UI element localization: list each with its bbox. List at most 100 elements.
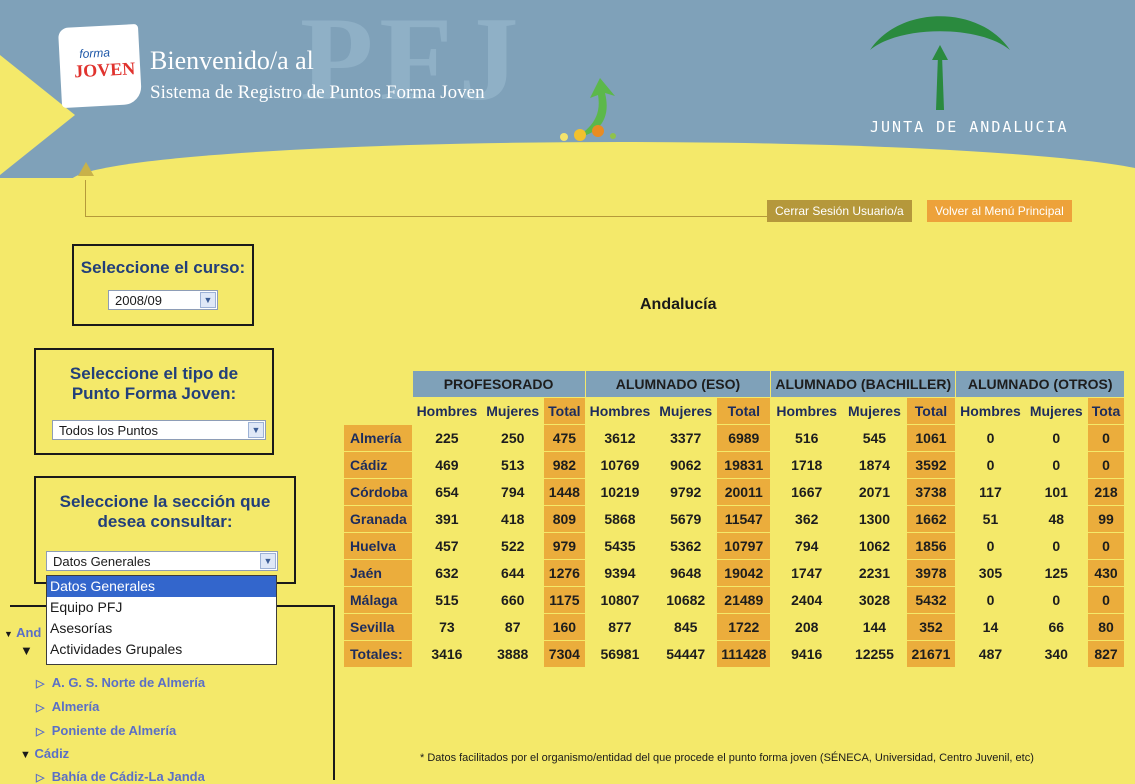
column-header: Total [544,398,585,424]
table-cell: 10219 [585,479,655,505]
table-cell: 125 [1025,560,1087,586]
region-title: Andalucía [640,296,717,313]
forma-joven-logo: forma JOVEN [57,23,143,109]
main-menu-button[interactable]: Volver al Menú Principal [927,200,1072,222]
table-cell: 54447 [655,641,717,667]
table-row: Granada 391 418 809 5868 5679 11547 362 1300 1662… [344,506,1125,532]
table-cell: 14 [956,614,1025,640]
expand-icon: ▷ [36,678,45,690]
table-row: Jaén 632 644 1276 9394 9648 19042 1747 2231 3978 3… [344,560,1125,586]
table-cell: 7304 [544,641,585,667]
logout-button[interactable]: Cerrar Sesión Usuario/a [767,200,912,222]
tree-item-norte-almeria[interactable]: ▷ A. G. S. Norte de Almería [36,675,205,690]
row-header: Córdoba [344,479,412,505]
footnote: * Datos facilitados por el organismo/ent… [420,752,1034,764]
collapse-icon: ▼ [4,629,13,639]
tree-item-andalucia[interactable]: ▼ And [4,625,41,640]
table-cell: 10769 [585,452,655,478]
table-cell: 644 [482,560,544,586]
table-cell: 362 [771,506,843,532]
collapse-icon[interactable]: ▼ [20,643,33,658]
table-cell: 418 [482,506,544,532]
table-cell: 1448 [544,479,585,505]
curso-select[interactable]: 2008/09 ▼ [108,290,218,310]
table-cell: 0 [1087,587,1125,613]
row-header: Almería [344,425,412,451]
dropdown-option[interactable]: Asesorías [47,618,276,639]
tree-item-cadiz[interactable]: ▼ Cádiz [20,746,69,761]
table-cell: 3028 [843,587,906,613]
table-cell: 1062 [843,533,906,559]
empty-corner [344,398,412,424]
logo-joven-text: JOVEN [73,58,136,82]
dropdown-option[interactable]: Datos Generales [47,576,276,597]
table-cell: 101 [1025,479,1087,505]
row-header: Granada [344,506,412,532]
seccion-dropdown-list[interactable]: Datos Generales Equipo PFJ Asesorías Act… [46,575,277,665]
header-banner: PFJ forma JOVEN Bienvenido/a al Sistema … [0,0,1135,178]
table-row: Málaga 515 660 1175 10807 10682 21489 2404 3028 5… [344,587,1125,613]
table-cell: 11547 [717,506,771,532]
table-cell: 3416 [412,641,482,667]
column-header: Hombres [776,403,838,419]
table-cell: 1718 [771,452,843,478]
table-cell: 845 [655,614,717,640]
table-cell: 218 [1087,479,1125,505]
expand-icon: ▷ [36,772,45,784]
row-header: Málaga [344,587,412,613]
table-cell: 545 [843,425,906,451]
dropdown-option[interactable]: Equipo PFJ [47,597,276,618]
table-cell: 487 [956,641,1025,667]
table-cell: 10797 [717,533,771,559]
group-header: ALUMNADO (ESO) [585,371,771,397]
tree-item-almeria[interactable]: ▷ Almería [36,699,99,714]
table-cell: 21489 [717,587,771,613]
row-header: Totales: [344,641,412,667]
table-cell: 250 [482,425,544,451]
table-cell: 469 [412,452,482,478]
table-cell: 0 [1025,587,1087,613]
tipo-select[interactable]: Todos los Puntos ▼ [52,420,266,440]
chevron-down-icon[interactable]: ▼ [260,553,276,569]
table-cell: 352 [906,614,956,640]
chevron-down-icon[interactable]: ▼ [200,292,216,308]
table-cell: 0 [1025,425,1087,451]
tipo-select-value: Todos los Puntos [59,423,159,438]
system-subtitle: Sistema de Registro de Puntos Forma Jove… [150,82,485,103]
tipo-panel: Seleccione el tipo de Punto Forma Joven:… [34,348,274,455]
tree-item-poniente-almeria[interactable]: ▷ Poniente de Almería [36,723,176,738]
table-cell: 0 [956,587,1025,613]
curso-label: Seleccione el curso: [80,258,246,277]
table-cell: 0 [1025,452,1087,478]
dropdown-option[interactable]: Actividades Grupales [47,639,276,660]
column-header: Hombres [589,403,651,419]
junta-emblem-icon [870,16,1010,110]
table-cell: 12255 [843,641,906,667]
seccion-select[interactable]: Datos Generales ▼ [46,551,278,571]
table-cell: 794 [482,479,544,505]
table-cell: 80 [1087,614,1125,640]
table-cell: 979 [544,533,585,559]
group-header: ALUMNADO (BACHILLER) [771,371,956,397]
table-cell: 632 [412,560,482,586]
table-cell: 5435 [585,533,655,559]
table-cell: 2404 [771,587,843,613]
table-row: Cádiz 469 513 982 10769 9062 19831 1718 1874 3592… [344,452,1125,478]
table-cell: 660 [482,587,544,613]
chevron-down-icon[interactable]: ▼ [248,422,264,438]
table-cell: 3738 [906,479,956,505]
curso-select-value: 2008/09 [115,293,162,308]
table-cell: 3592 [906,452,956,478]
row-header: Cádiz [344,452,412,478]
table-row: Almería 225 250 475 3612 3377 6989 516 545 1061 0 0… [344,425,1125,451]
tree-item-bahia-cadiz[interactable]: ▷ Bahía de Cádiz-La Janda [36,769,205,784]
table-cell: 5362 [655,533,717,559]
column-header: Hombres [416,403,478,419]
table-cell: 794 [771,533,843,559]
table-cell: 827 [1087,641,1125,667]
table-cell: 111428 [717,641,771,667]
table-cell: 51 [956,506,1025,532]
table-cell: 20011 [717,479,771,505]
table-cell: 3377 [655,425,717,451]
table-cell: 21671 [906,641,956,667]
